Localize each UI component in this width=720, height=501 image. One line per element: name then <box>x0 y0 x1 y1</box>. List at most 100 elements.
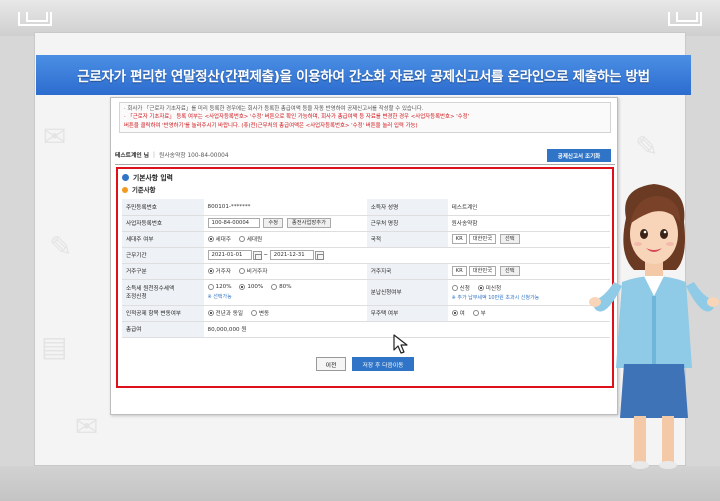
section-title-text: 기본사항 입력 <box>133 174 173 182</box>
table-row: 총급여 80,000,000 원 <box>122 321 610 338</box>
total-pay-unit: 원 <box>241 327 247 333</box>
rrn-value: 800101-******* <box>203 199 367 216</box>
withholding-note: ※ 선택가능 <box>207 293 232 300</box>
calendar-icon[interactable] <box>314 250 324 260</box>
withholding-120-label: 120% <box>215 284 232 291</box>
period-tilde: ~ <box>263 252 268 259</box>
residence-country-code-input[interactable]: KR <box>451 266 467 276</box>
total-pay-value: 80,000,000 <box>207 327 240 333</box>
household-member-radio[interactable] <box>238 236 245 242</box>
page-title-banner: 근로자가 편리한 연말정산(간편제출)을 이용하여 간소화 자료와 공제신고서를… <box>36 55 691 95</box>
household-label: 세대주 여부 <box>122 231 204 248</box>
table-row: 거주구분 거주자 비거주자 거주지국 KR 대한민국 선택 <box>122 263 610 280</box>
business-number: 원사송약함 100-84-00004 <box>158 153 229 159</box>
notice-line: · 회사가 「근로자 기초자료」를 미리 등록한 경우에는 회사가 등록한 총급… <box>124 106 424 112</box>
installment-apply-radio[interactable] <box>451 284 458 291</box>
household-head-label: 세대주 <box>215 237 231 243</box>
household-head-radio[interactable] <box>207 236 214 242</box>
withholding-100-label: 100% <box>247 284 264 291</box>
period-start-input[interactable]: 2021-01-01 <box>207 250 252 260</box>
withholding-80-label: 80% <box>279 284 292 291</box>
nationality-label: 국적 <box>366 231 448 248</box>
bizno-cell: 100-84-00004 수정 종전사업장추가 <box>203 215 367 232</box>
no-house-yes-radio[interactable] <box>451 310 458 316</box>
add-prev-workplace-button[interactable]: 종전사업장추가 <box>286 218 331 228</box>
watermark-icon: ✉ <box>43 120 67 153</box>
nationality-name-input[interactable]: 대한민국 <box>468 234 497 244</box>
resident-radio[interactable] <box>207 268 214 274</box>
installment-none-radio[interactable] <box>477 284 484 291</box>
workplace-label: 근무처 명칭 <box>366 215 448 232</box>
residence-country-select-button[interactable]: 선택 <box>499 266 520 276</box>
guide-character-illustration <box>589 184 719 469</box>
nationality-cell: KR 대한민국 선택 <box>447 231 610 248</box>
edit-bizno-button[interactable]: 수정 <box>263 218 284 228</box>
table-row: 주민등록번호 800101-******* 소득자 성명 테스트계인 <box>122 199 610 216</box>
withholding-label-line2: 조정신청 <box>126 294 147 300</box>
business-info-row: 테스트계인 님 | 원사송약함 100-84-00004 공제신고서 조기화 <box>115 145 615 165</box>
bizno-input[interactable]: 100-84-00004 <box>207 218 260 228</box>
calendar-icon[interactable] <box>252 250 262 260</box>
same-as-last-year-label: 전년과 동일 <box>215 311 244 317</box>
prev-button[interactable]: 이전 <box>316 357 346 371</box>
withholding-label-line1: 소득세 원천징수세액 <box>126 286 175 292</box>
nationality-code-input[interactable]: KR <box>451 234 467 244</box>
non-resident-label: 비거주자 <box>246 269 268 275</box>
watermark-icon: ✉ <box>75 410 99 443</box>
meander-ornament-icon <box>668 12 702 26</box>
notice-line: 버튼을 클릭하여 '반영하기'를 눌러주시기 바랍니다. (휴(전)근무처의 총… <box>124 122 418 129</box>
bottom-button-row: 이전 저장 후 다음이동 <box>111 357 617 371</box>
changed-label: 변동 <box>258 311 270 317</box>
residence-country-cell: KR 대한민국 선택 <box>447 263 610 280</box>
section-bullet-icon <box>122 173 129 181</box>
no-house-no-label: 부 <box>480 311 486 317</box>
period-cell: 2021-01-01 ~ 2021-12-31 <box>203 247 610 264</box>
non-resident-radio[interactable] <box>238 268 245 274</box>
installment-label: 분납신청여부 <box>366 279 448 306</box>
nationality-select-button[interactable]: 선택 <box>499 234 520 244</box>
personal-deduction-cell: 전년과 동일 변동 <box>203 305 367 322</box>
save-next-button[interactable]: 저장 후 다음이동 <box>352 357 414 371</box>
no-house-cell: 여 부 <box>447 305 610 322</box>
subsection-title-text: 기준사항 <box>132 186 156 194</box>
notice-box: · 회사가 「근로자 기초자료」를 미리 등록한 경우에는 회사가 등록한 총급… <box>119 102 611 133</box>
household-cell: 세대주 세대원 <box>203 231 367 248</box>
notice-highlight: · 「근로자 기초자료」 등록 여부는 <사업자등록번호> '수정' 버튼으로 … <box>124 114 308 121</box>
withholding-cell: 120% 100% 80% ※ 선택가능 <box>203 279 367 306</box>
lookup-deduction-form-button[interactable]: 공제신고서 조기화 <box>547 149 611 162</box>
withholding-80-radio[interactable] <box>271 284 278 291</box>
withholding-label: 소득세 원천징수세액 조정신청 <box>122 279 204 306</box>
subsection-bullet-icon <box>122 186 128 193</box>
same-as-last-year-radio[interactable] <box>207 310 214 316</box>
withholding-100-radio[interactable] <box>239 284 246 291</box>
frame-top-border <box>0 0 720 36</box>
residence-label: 거주구분 <box>122 263 204 280</box>
separator: | <box>153 151 155 158</box>
residence-cell: 거주자 비거주자 <box>203 263 367 280</box>
table-row: 소득세 원천징수세액 조정신청 120% 100% 80% ※ 선택가능 분납신… <box>122 279 610 306</box>
period-end-input[interactable]: 2021-12-31 <box>269 250 314 260</box>
rrn-label: 주민등록번호 <box>122 199 204 216</box>
table-row: 사업자등록번호 100-84-00004 수정 종전사업장추가 근무처 명칭 원… <box>122 215 610 232</box>
name-value: 테스트계인 <box>447 199 610 216</box>
residence-country-name-input[interactable]: 대한민국 <box>468 266 497 276</box>
name-label: 소득자 성명 <box>366 199 448 216</box>
household-member-label: 세대원 <box>246 237 263 243</box>
table-row: 근무기간 2021-01-01 ~ 2021-12-31 <box>122 247 610 264</box>
total-pay-label: 총급여 <box>122 321 204 338</box>
notice-text: 하며, 회사가 총급여액 등 자료를 변경한 경우 <사업자등록번호> '수정' <box>307 114 470 121</box>
meander-ornament-icon <box>18 12 52 26</box>
changed-radio[interactable] <box>250 310 257 316</box>
screenshot-panel: · 회사가 「근로자 기초자료」를 미리 등록한 경우에는 회사가 등록한 총급… <box>110 97 618 415</box>
withholding-120-radio[interactable] <box>207 284 214 291</box>
no-house-no-radio[interactable] <box>472 310 479 316</box>
watermark-icon: ▤ <box>41 330 68 363</box>
installment-cell: 신청 미신청 ※ 추가 납부세액 10만원 초과시 신청가능 <box>447 279 610 306</box>
workplace-value: 원사송약함 <box>447 215 610 232</box>
page-title: 근로자가 편리한 연말정산(간편제출)을 이용하여 간소화 자료와 공제신고서를… <box>77 69 650 85</box>
mouse-cursor-icon <box>393 334 408 354</box>
basic-info-table: 주민등록번호 800101-******* 소득자 성명 테스트계인 사업자등록… <box>122 199 610 338</box>
installment-none-label: 미신청 <box>485 285 502 292</box>
taxpayer-name: 테스트계인 님 <box>115 153 150 159</box>
installment-apply-label: 신청 <box>459 285 470 292</box>
